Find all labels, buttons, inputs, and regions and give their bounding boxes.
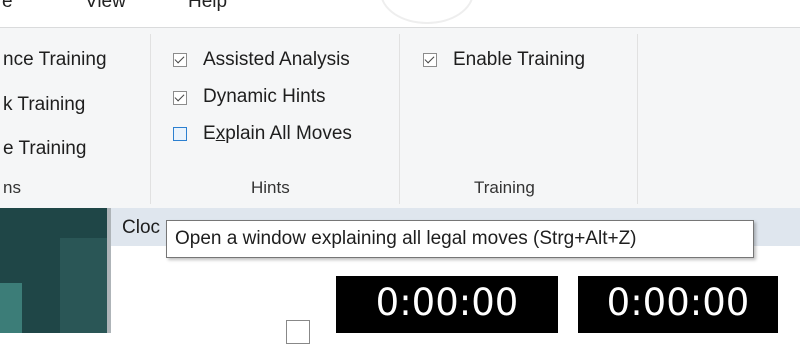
group-label-training: Training <box>474 178 535 197</box>
watermark-logo <box>380 0 474 24</box>
enable-training-checkbox[interactable] <box>423 53 437 67</box>
ribbon-item-training-3[interactable]: e Training <box>3 138 86 160</box>
board-panel <box>0 208 107 333</box>
tooltip: Open a window explaining all legal moves… <box>166 220 754 258</box>
group-label-training-modes: ns <box>3 178 21 197</box>
clock-toggle-checkbox[interactable] <box>286 320 310 344</box>
group-label-hints: Hints <box>251 178 290 197</box>
explain-all-moves-label[interactable]: Explain All Moves <box>203 123 352 145</box>
ribbon-item-training-2[interactable]: k Training <box>3 94 85 116</box>
explain-all-moves-checkbox[interactable] <box>173 127 187 141</box>
dynamic-hints-label[interactable]: Dynamic Hints <box>203 86 325 108</box>
group-separator <box>150 34 151 204</box>
menu-item-view[interactable]: View <box>85 0 126 13</box>
board-panel-highlight <box>0 283 22 333</box>
menu-item-help[interactable]: Help <box>188 0 227 13</box>
menu-bar: e View Help <box>0 0 800 26</box>
assisted-analysis-label[interactable]: Assisted Analysis <box>203 49 350 71</box>
menu-item-file[interactable]: e <box>2 0 13 13</box>
assisted-analysis-checkbox[interactable] <box>173 53 187 67</box>
board-panel-shade <box>60 238 107 333</box>
ribbon-item-training-1[interactable]: nce Training <box>3 49 107 71</box>
clock-right-display: 0:00:00 <box>578 276 778 333</box>
dynamic-hints-checkbox[interactable] <box>173 91 187 105</box>
group-separator <box>399 34 400 204</box>
ribbon: nce Training k Training e Training ns As… <box>0 27 800 209</box>
clock-left-display: 0:00:00 <box>336 276 558 333</box>
enable-training-label[interactable]: Enable Training <box>453 49 585 71</box>
clock-pane-title: Cloc <box>122 217 161 238</box>
group-separator <box>637 34 638 204</box>
